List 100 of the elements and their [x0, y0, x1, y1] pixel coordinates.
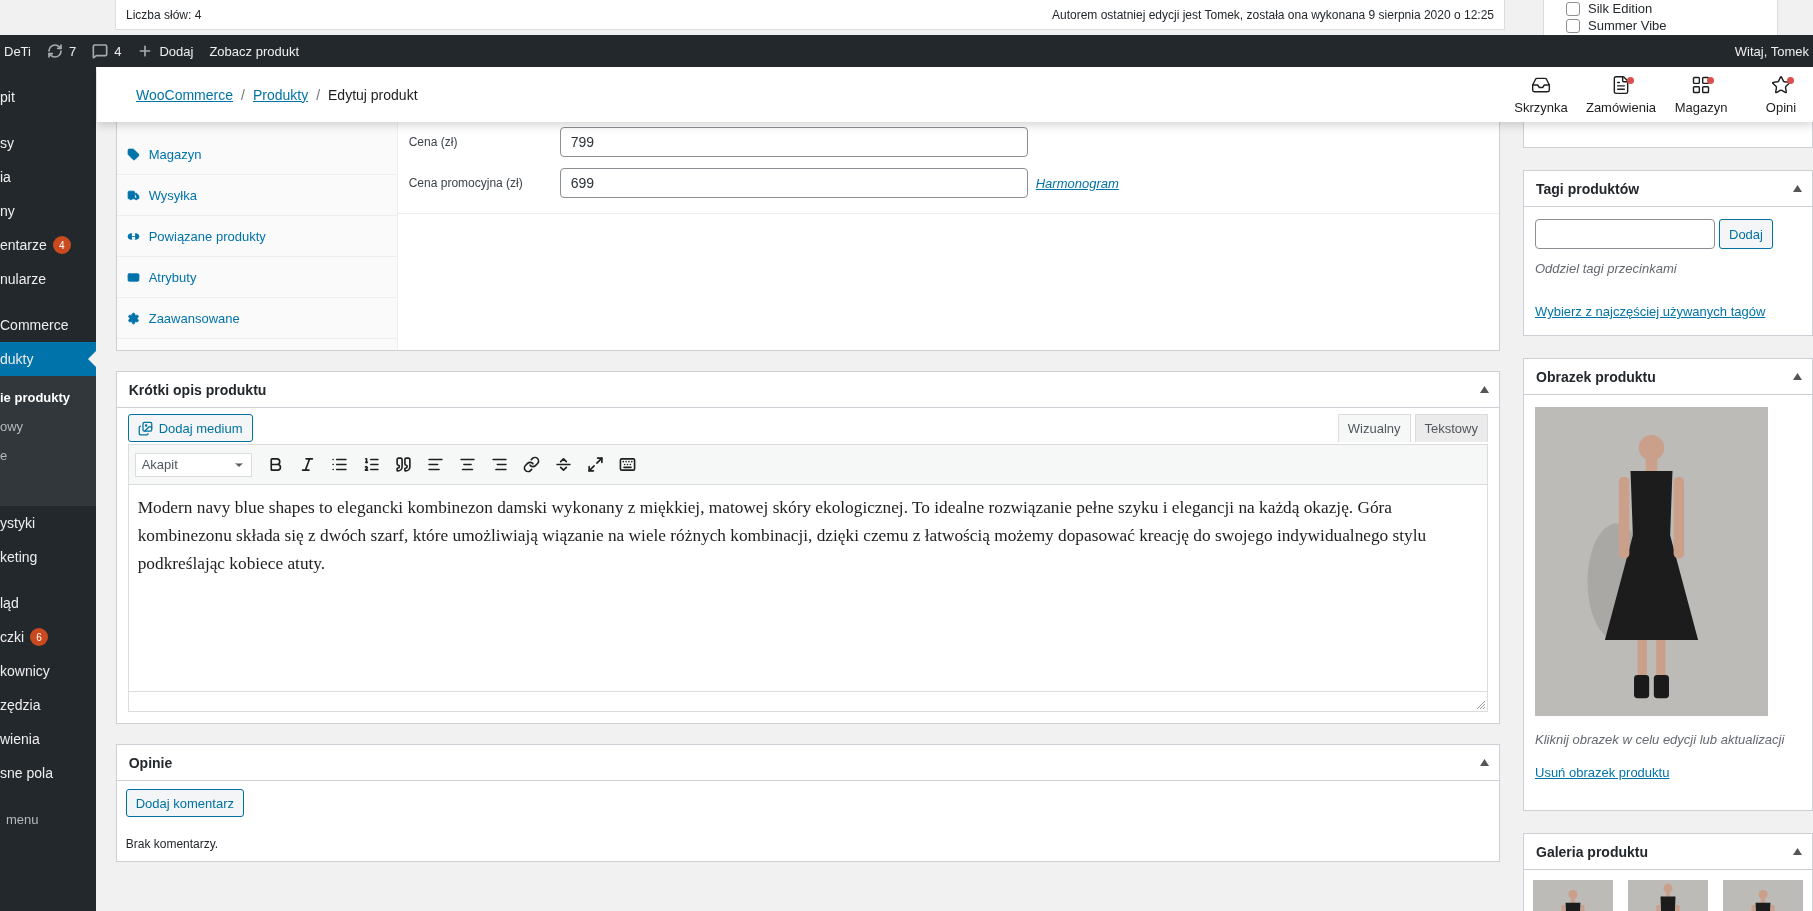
header-action[interactable]: Magazyn: [1661, 67, 1741, 122]
format-select[interactable]: Akapit: [134, 452, 252, 477]
word-count: Liczba słów: 4: [126, 7, 202, 22]
resize-handle-icon[interactable]: [1477, 701, 1485, 709]
sidebar-item[interactable]: zędzia: [0, 688, 96, 722]
fullscreen-icon: [587, 456, 605, 473]
product-data-tab[interactable]: Magazyn: [116, 134, 397, 175]
add-media-button[interactable]: Dodaj medium: [127, 414, 253, 442]
menu-label: menu: [5, 811, 39, 827]
sidebar-item[interactable]: sne pola: [0, 756, 96, 790]
collapse-icon[interactable]: [1480, 759, 1489, 766]
align-left-icon: [427, 456, 445, 473]
collapse-icon[interactable]: [1793, 373, 1802, 380]
menu-label: pit: [0, 89, 15, 105]
current-page-title: Edytuj produkt: [328, 86, 418, 103]
collapse-icon[interactable]: [1793, 185, 1802, 192]
sidebar-item[interactable]: kownicy: [0, 654, 96, 688]
submenu-item[interactable]: owy: [0, 412, 96, 441]
sidebar-item[interactable]: keting: [0, 540, 96, 574]
field-label: Cena promocyjna (zł): [408, 176, 524, 190]
product-data-tab[interactable]: Zaawansowane: [116, 298, 397, 339]
header-action[interactable]: Zamówienia: [1581, 67, 1661, 122]
card-icon: [126, 270, 140, 284]
menu-label: entarze: [0, 237, 47, 253]
bullet-list-icon: [331, 456, 349, 473]
last-edit-info: Autorem ostatniej edycji jest Tomek, została ona wykonana 9 sierpnia 2020 o 12:25: [1051, 7, 1494, 22]
editor-mode-tab[interactable]: Tekstowy: [1414, 414, 1488, 442]
checkbox-label: Silk Edition: [1588, 1, 1653, 17]
admin-bar-link[interactable]: 7: [46, 43, 77, 59]
panel-title: Galeria produktu: [1536, 843, 1649, 860]
panel-title: Tagi produktów: [1536, 180, 1640, 197]
menu-label: czki: [0, 629, 25, 645]
comment-icon: [92, 43, 109, 59]
schedule-link[interactable]: Harmonogram: [1035, 175, 1119, 191]
quote-icon: [395, 456, 413, 473]
editor-mode-tab[interactable]: Wizualny: [1337, 414, 1411, 442]
sidebar-item[interactable]: ystyki: [0, 506, 96, 540]
checkbox-label: Summer Vibe: [1588, 18, 1667, 34]
popular-tags-link[interactable]: Wybierz z najczęściej używanych tagów: [1535, 304, 1766, 319]
breadcrumb-link[interactable]: Produkty: [252, 86, 309, 103]
menu-label: ląd: [0, 595, 19, 611]
submenu-item[interactable]: e: [0, 441, 96, 470]
sidebar-item[interactable]: pit: [0, 80, 96, 114]
sidebar-item[interactable]: dukty: [0, 342, 96, 376]
product-data-tab[interactable]: Wysyłka: [116, 175, 397, 216]
collapse-icon[interactable]: [1793, 848, 1802, 855]
greeting[interactable]: Witaj, Tomek: [1734, 43, 1809, 59]
sidebar-item[interactable]: ląd: [0, 586, 96, 620]
menu-label: ystyki: [0, 515, 35, 531]
refresh-icon: [46, 43, 63, 59]
menu-label: zędzia: [0, 697, 41, 713]
numbered-list-icon: [363, 456, 381, 473]
price-field[interactable]: 699: [559, 168, 1028, 198]
image-hint: Kliknij obrazek w celu edycji lub aktualizacji: [1535, 732, 1785, 747]
admin-bar-link[interactable]: Zobacz produkt: [209, 43, 299, 59]
breadcrumb-separator: /: [241, 86, 245, 103]
sidebar-item[interactable]: Commerce: [0, 308, 96, 342]
admin-bar-link[interactable]: 4: [92, 43, 122, 59]
description-text: Modern navy blue shapes to elegancki kombinezon damski wykonany z miękkiej, matowej skóry ekologicznej. To idealne rozwiązanie pełne szyku i elegancji na każdą okazję. Góra kombinezonu składa się z dwóch szarf, które umożliwiają wiązanie na wiele różnych kombinacji, dzięki czemu z łatwością możemy dopasować kreację do swojego indywidualnego stylu podkreślając kobiece atuty.: [137, 497, 1428, 575]
count-badge: 6: [30, 628, 49, 646]
menu-label: dukty: [0, 351, 34, 367]
tag-input-field[interactable]: [1535, 219, 1715, 249]
menu-label: nularze: [0, 271, 46, 287]
sidebar-item[interactable]: wienia: [0, 722, 96, 756]
sidebar-item[interactable]: czki 6: [0, 620, 96, 654]
collapse-icon[interactable]: [1480, 386, 1489, 393]
sidebar-item[interactable]: sy: [0, 126, 96, 160]
breadcrumb-link[interactable]: WooCommerce: [136, 86, 233, 103]
align-right-icon: [491, 456, 509, 473]
tag-icon: [126, 147, 140, 161]
menu-label: ia: [0, 169, 11, 185]
header-action[interactable]: Skrzynka: [1501, 67, 1581, 122]
breadcrumb-separator: /: [316, 86, 321, 103]
submenu-item[interactable]: ie produkty: [0, 383, 96, 412]
product-data-tab[interactable]: Atrybuty: [116, 257, 397, 298]
sidebar-item[interactable]: nularze: [0, 262, 96, 296]
sidebar-item[interactable]: ia: [0, 160, 96, 194]
product-data-tab[interactable]: Powiązane produkty: [116, 216, 397, 257]
empty-message: Brak komentarzy.: [125, 837, 219, 851]
header-action[interactable]: Opini: [1741, 67, 1813, 122]
grid-icon: [1691, 74, 1711, 95]
sidebar-item[interactable]: menu: [0, 802, 96, 836]
menu-label: sy: [0, 135, 14, 151]
price-field[interactable]: 799: [559, 127, 1028, 157]
checkbox[interactable]: [1566, 2, 1580, 16]
sidebar-item[interactable]: ny: [0, 194, 96, 228]
count-badge: 4: [52, 236, 71, 254]
add-comment-button[interactable]: Dodaj komentarz: [125, 789, 244, 817]
remove-image-link[interactable]: Usuń obrazek produktu: [1535, 765, 1670, 780]
checkbox[interactable]: [1566, 19, 1580, 33]
field-label: Cena (zł): [408, 135, 459, 149]
add-tag-button[interactable]: Dodaj: [1719, 219, 1773, 249]
site-link[interactable]: DeTi: [4, 43, 31, 59]
admin-bar-link[interactable]: Dodaj: [137, 43, 194, 59]
gear-icon: [126, 311, 140, 325]
menu-label: sne pola: [0, 765, 53, 781]
panel-title: Obrazek produktu: [1536, 368, 1656, 385]
sidebar-item[interactable]: entarze 4: [0, 228, 96, 262]
menu-label: wienia: [0, 731, 40, 747]
panel-title: Krótki opis produktu: [128, 381, 267, 398]
